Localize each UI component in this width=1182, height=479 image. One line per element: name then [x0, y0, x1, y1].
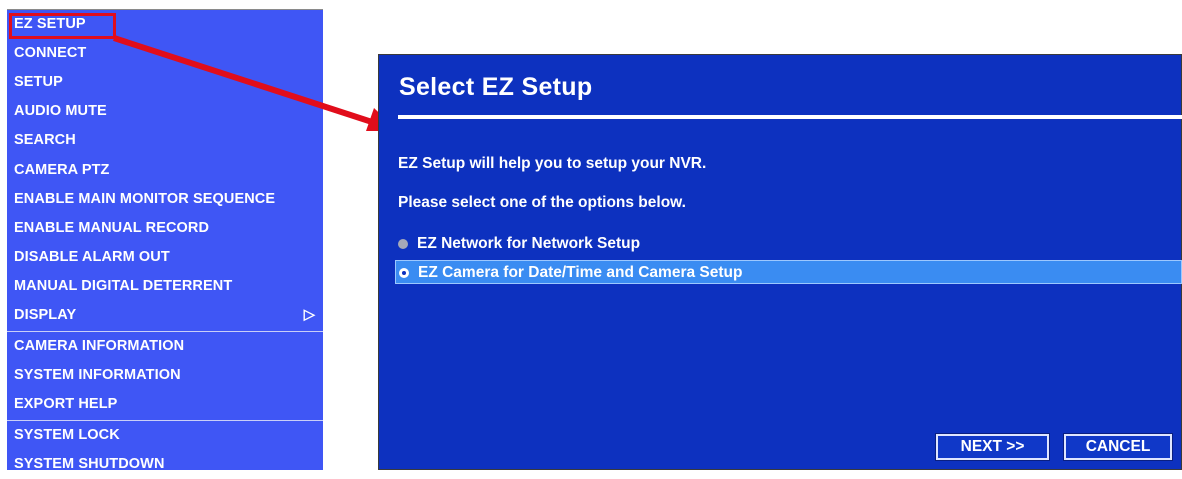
radio-unselected-icon[interactable] — [398, 239, 408, 249]
title-divider — [398, 115, 1182, 119]
next-button[interactable]: NEXT >> — [935, 433, 1050, 461]
radio-selected-icon[interactable] — [399, 268, 409, 278]
cancel-button[interactable]: CANCEL — [1063, 433, 1173, 461]
intro-text: EZ Setup will help you to setup your NVR… — [398, 155, 707, 172]
option-ez-camera[interactable]: EZ Camera for Date/Time and Camera Setup — [395, 260, 1182, 284]
prompt-text: Please select one of the options below. — [398, 194, 686, 211]
option-ez-network[interactable]: EZ Network for Network Setup — [395, 232, 1182, 256]
option-label: EZ Camera for Date/Time and Camera Setup — [418, 264, 743, 281]
option-label: EZ Network for Network Setup — [417, 235, 641, 252]
dialog-title: Select EZ Setup — [399, 73, 593, 101]
ez-setup-dialog: Select EZ Setup EZ Setup will help you t… — [378, 54, 1182, 470]
